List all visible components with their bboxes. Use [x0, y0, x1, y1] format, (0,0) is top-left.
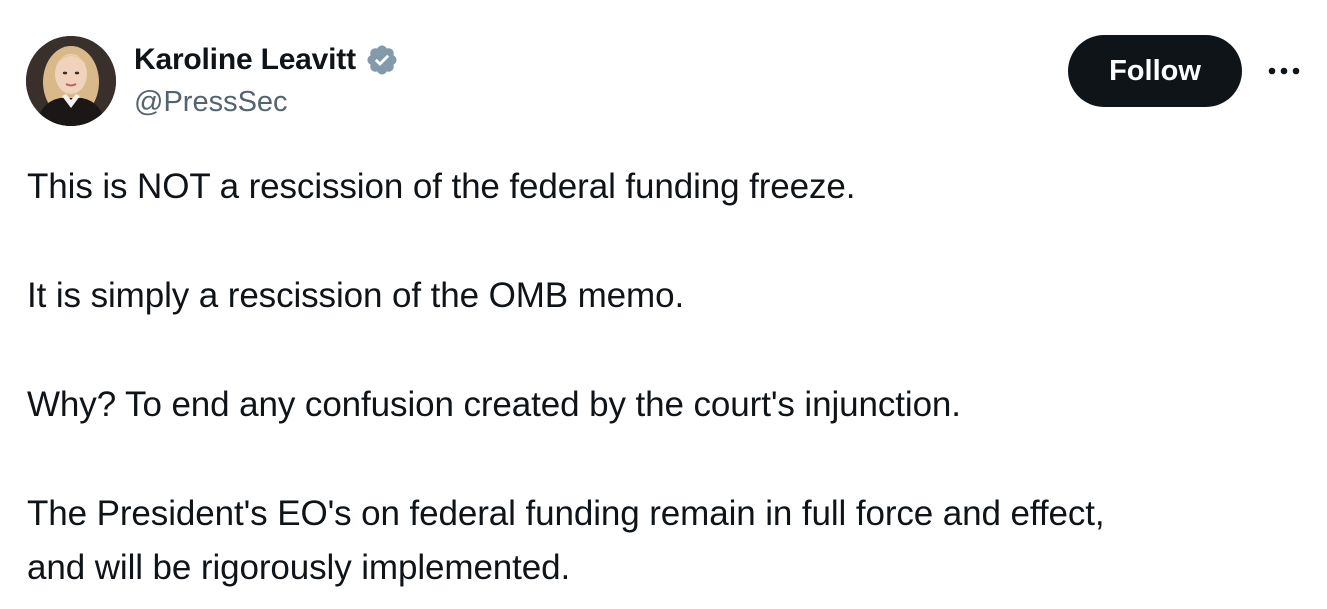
- more-horizontal-icon[interactable]: [1262, 56, 1306, 86]
- verified-badge-icon[interactable]: [365, 43, 399, 77]
- tweet-card: Karoline Leavitt @PressSec Follow This i…: [0, 0, 1327, 609]
- follow-button[interactable]: Follow: [1068, 35, 1242, 107]
- avatar[interactable]: [26, 36, 116, 126]
- author-name-row: Karoline Leavitt: [134, 40, 399, 80]
- avatar-image: [26, 36, 116, 126]
- tweet-paragraph: It is simply a rescission of the OMB mem…: [27, 276, 685, 315]
- author-display-name[interactable]: Karoline Leavitt: [134, 43, 356, 77]
- tweet-paragraph: and will be rigorously implemented.: [27, 548, 571, 587]
- tweet-text: This is NOT a rescission of the federal …: [27, 160, 1307, 595]
- tweet-paragraph: This is NOT a rescission of the federal …: [27, 167, 856, 206]
- tweet-paragraph: The President's EO's on federal funding …: [27, 494, 1105, 533]
- author-handle[interactable]: @PressSec: [134, 86, 288, 119]
- tweet-paragraph: Why? To end any confusion created by the…: [27, 385, 961, 424]
